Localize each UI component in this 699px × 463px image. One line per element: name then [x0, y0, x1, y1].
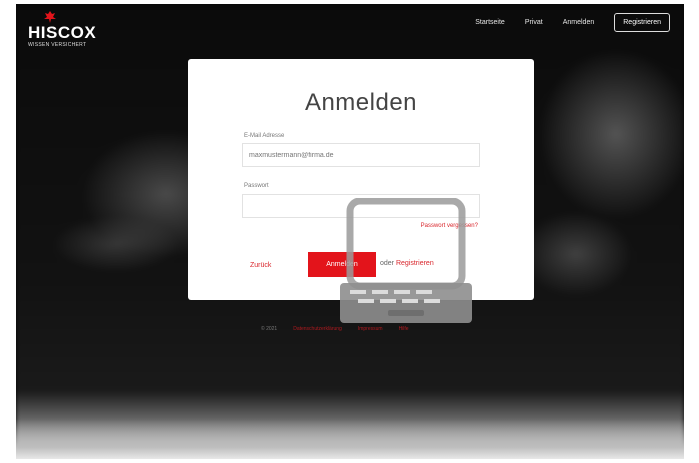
hiscox-crest-icon — [44, 11, 56, 23]
back-link[interactable]: Zurück — [250, 262, 271, 269]
logo-text: HISCOX — [28, 23, 97, 42]
password-label: Passwort — [244, 183, 269, 189]
footer-copyright: © 2021 — [261, 326, 278, 332]
laptop-icon — [340, 198, 472, 323]
nav-register-button[interactable]: Registrieren — [614, 13, 670, 32]
nav-privat[interactable]: Privat — [525, 19, 543, 26]
nav-login[interactable]: Anmelden — [563, 19, 595, 26]
login-title: Anmelden — [304, 89, 418, 116]
nav-startseite[interactable]: Startseite — [475, 19, 505, 26]
top-nav: Startseite Privat Anmelden Registrieren — [475, 13, 670, 32]
hiscox-logo[interactable]: HISCOX WISSEN VERSICHERT — [28, 10, 96, 48]
email-label: E-Mail Adresse — [244, 133, 285, 139]
email-input[interactable] — [242, 143, 480, 167]
bottom-fade — [16, 419, 684, 459]
logo-subtitle: WISSEN VERSICHERT — [28, 42, 87, 48]
